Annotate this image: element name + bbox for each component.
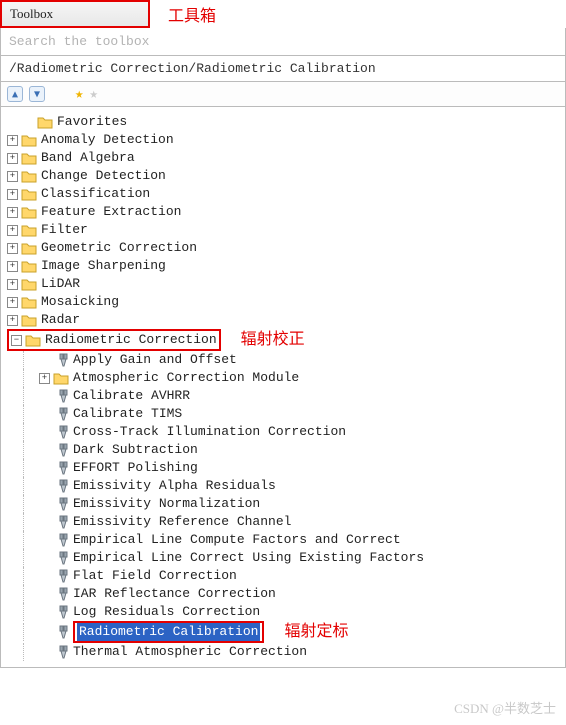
expand-toggle[interactable]: +	[7, 243, 18, 254]
tree-item[interactable]: Emissivity Reference Channel	[7, 513, 563, 531]
folder-icon	[21, 205, 37, 219]
search-placeholder: Search the toolbox	[9, 34, 149, 49]
expand-toggle[interactable]: +	[7, 135, 18, 146]
tool-icon	[53, 461, 69, 475]
expand-toggle[interactable]: +	[7, 153, 18, 164]
folder-icon	[21, 187, 37, 201]
tool-icon	[53, 551, 69, 565]
tree-item[interactable]: Dark Subtraction	[7, 441, 563, 459]
tree-folder[interactable]: +Classification	[7, 185, 563, 203]
tree-item[interactable]: Flat Field Correction	[7, 567, 563, 585]
folder-icon	[21, 277, 37, 291]
window-title: Toolbox	[0, 0, 150, 28]
tree-item[interactable]: Empirical Line Correct Using Existing Fa…	[7, 549, 563, 567]
title-text: Toolbox	[10, 6, 53, 21]
tool-icon	[53, 425, 69, 439]
tree-folder[interactable]: +LiDAR	[7, 275, 563, 293]
favorite-star-icon[interactable]: ★	[75, 86, 83, 102]
folder-icon	[21, 241, 37, 255]
folder-icon	[53, 371, 69, 385]
folder-icon	[21, 313, 37, 327]
folder-icon	[21, 133, 37, 147]
folder-icon	[21, 151, 37, 165]
expand-toggle[interactable]: +	[7, 225, 18, 236]
tool-icon	[53, 353, 69, 367]
watermark: CSDN @半数芝士	[454, 698, 556, 717]
tree-item[interactable]: Radiometric Calibration 辐射定标	[7, 621, 563, 643]
tree-item[interactable]: Log Residuals Correction	[7, 603, 563, 621]
folder-icon	[37, 115, 53, 129]
breadcrumb: /Radiometric Correction/Radiometric Cali…	[0, 56, 566, 82]
tool-icon	[53, 569, 69, 583]
favorite-star-off-icon[interactable]: ★	[89, 86, 97, 102]
tree-folder[interactable]: +Filter	[7, 221, 563, 239]
tree-item[interactable]: Emissivity Normalization	[7, 495, 563, 513]
expand-all-button[interactable]: ▼	[29, 86, 45, 102]
title-annotation: 工具箱	[168, 2, 216, 26]
expand-toggle[interactable]: +	[7, 207, 18, 218]
expand-toggle[interactable]: −	[11, 335, 22, 346]
tool-icon	[53, 497, 69, 511]
tree-item[interactable]: Apply Gain and Offset	[7, 351, 563, 369]
folder-icon	[21, 259, 37, 273]
folder-icon	[21, 169, 37, 183]
search-input[interactable]: Search the toolbox	[0, 28, 566, 56]
toolbox-tree[interactable]: Favorites+Anomaly Detection+Band Algebra…	[0, 107, 566, 668]
tree-item[interactable]: Thermal Atmospheric Correction	[7, 643, 563, 661]
tool-icon	[53, 389, 69, 403]
expand-toggle[interactable]: +	[7, 189, 18, 200]
tree-folder[interactable]: +Geometric Correction	[7, 239, 563, 257]
annotation-radiometric-correction: 辐射校正	[241, 331, 305, 349]
tree-folder[interactable]: +Mosaicking	[7, 293, 563, 311]
tree-item[interactable]: Calibrate TIMS	[7, 405, 563, 423]
tool-icon	[53, 605, 69, 619]
tree-item[interactable]: Emissivity Alpha Residuals	[7, 477, 563, 495]
tool-icon	[53, 515, 69, 529]
expand-toggle[interactable]: +	[7, 297, 18, 308]
tool-icon	[53, 645, 69, 659]
tool-icon	[53, 533, 69, 547]
tree-folder[interactable]: +Image Sharpening	[7, 257, 563, 275]
tree-folder[interactable]: +Feature Extraction	[7, 203, 563, 221]
tree-item[interactable]: EFFORT Polishing	[7, 459, 563, 477]
toolbar: ▲ ▼ ★ ★	[0, 82, 566, 107]
tree-folder[interactable]: +Change Detection	[7, 167, 563, 185]
tree-item[interactable]: Cross-Track Illumination Correction	[7, 423, 563, 441]
folder-icon	[21, 223, 37, 237]
expand-toggle[interactable]: +	[7, 261, 18, 272]
tree-item[interactable]: IAR Reflectance Correction	[7, 585, 563, 603]
tree-folder[interactable]: +Band Algebra	[7, 149, 563, 167]
tree-item-selected: Radiometric Calibration	[77, 623, 260, 641]
tree-radiometric-correction[interactable]: −Radiometric Correction辐射校正	[7, 329, 563, 351]
folder-icon	[25, 333, 41, 347]
tree-item[interactable]: +Atmospheric Correction Module	[7, 369, 563, 387]
tool-icon	[53, 479, 69, 493]
folder-icon	[21, 295, 37, 309]
tool-icon	[53, 625, 69, 639]
tree-item[interactable]: Calibrate AVHRR	[7, 387, 563, 405]
tree-favorites[interactable]: Favorites	[7, 113, 563, 131]
expand-toggle[interactable]: +	[39, 373, 50, 384]
expand-toggle[interactable]: +	[7, 315, 18, 326]
collapse-all-button[interactable]: ▲	[7, 86, 23, 102]
tool-icon	[53, 407, 69, 421]
tree-item[interactable]: Empirical Line Compute Factors and Corre…	[7, 531, 563, 549]
expand-toggle[interactable]: +	[7, 171, 18, 182]
tool-icon	[53, 587, 69, 601]
tool-icon	[53, 443, 69, 457]
tree-folder[interactable]: +Anomaly Detection	[7, 131, 563, 149]
expand-toggle[interactable]: +	[7, 279, 18, 290]
tree-folder[interactable]: +Radar	[7, 311, 563, 329]
annotation-radiometric-calibration: 辐射定标	[284, 623, 348, 641]
